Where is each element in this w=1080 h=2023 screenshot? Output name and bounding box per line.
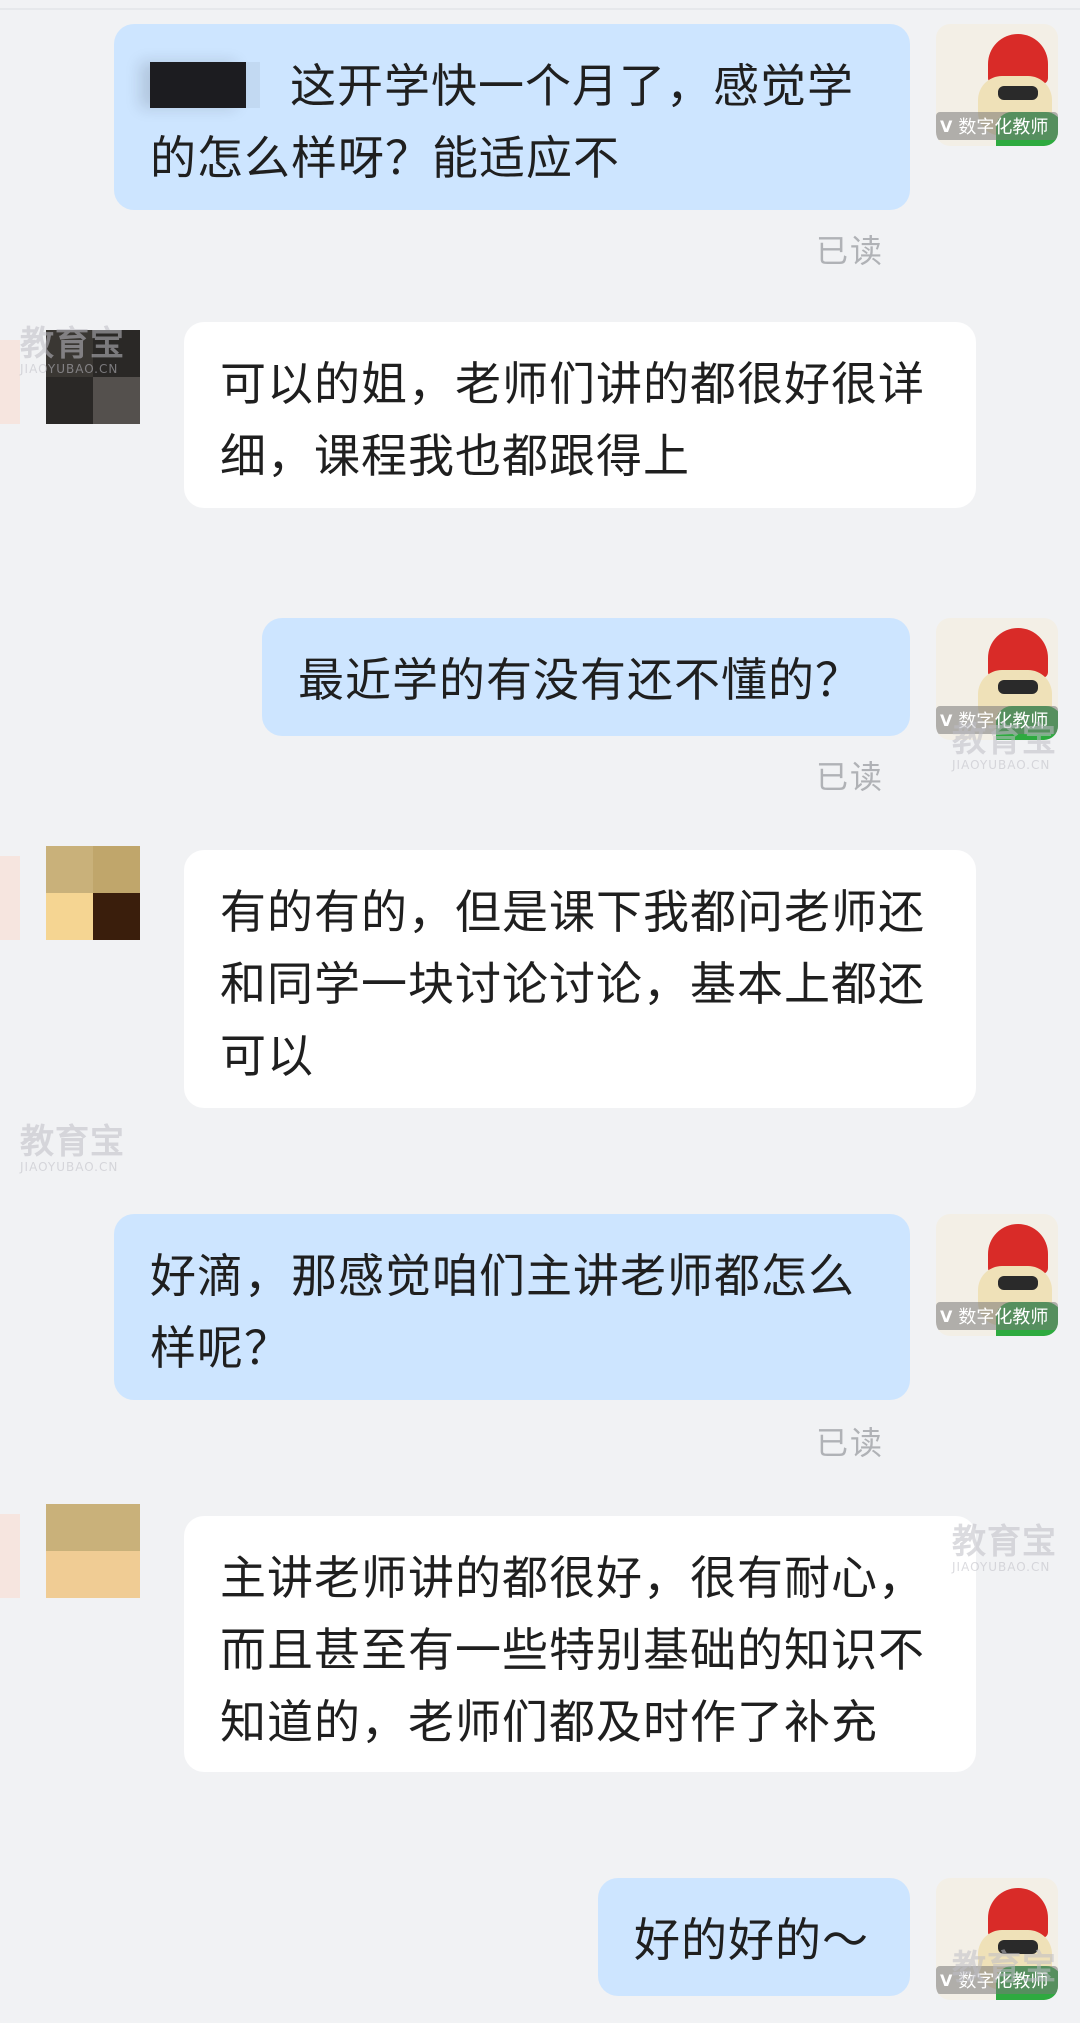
badge-label: 数字化教师 — [958, 117, 1049, 138]
self-avatar[interactable]: V 数字化教师 — [936, 1878, 1058, 2000]
divider — [0, 8, 1080, 10]
contact-avatar[interactable] — [46, 846, 140, 940]
vip-icon: V — [940, 1306, 953, 1326]
self-avatar[interactable]: V 数字化教师 — [936, 24, 1058, 146]
outgoing-message-bubble[interactable]: 好的好的～ — [598, 1878, 910, 1996]
teacher-badge: V 数字化教师 — [936, 1302, 1058, 1330]
message-text: 有的有的，但是课下我都问老师还和同学一块讨论讨论，基本上都还可以 — [220, 885, 925, 1083]
avatar-bleed — [0, 1514, 20, 1598]
contact-avatar[interactable] — [46, 330, 140, 424]
message-text: 主讲老师讲的都很好，很有耐心，而且甚至有一些特别基础的知识不知道的，老师们都及时… — [220, 1551, 925, 1749]
chat-screen: 这开学快一个月了，感觉学的怎么样呀？能适应不 V 数字化教师 已读 可以的姐，老… — [0, 0, 1080, 2023]
badge-label: 数字化教师 — [958, 1971, 1049, 1992]
message-text: 好的好的～ — [634, 1913, 869, 1967]
self-avatar[interactable]: V 数字化教师 — [936, 618, 1058, 740]
read-status: 已读 — [816, 1424, 885, 1462]
read-status: 已读 — [816, 758, 885, 796]
self-avatar[interactable]: V 数字化教师 — [936, 1214, 1058, 1336]
badge-label: 数字化教师 — [958, 1307, 1049, 1328]
avatar-bleed — [0, 340, 20, 424]
teacher-badge: V 数字化教师 — [936, 706, 1058, 734]
teacher-badge: V 数字化教师 — [936, 112, 1058, 140]
teacher-badge: V 数字化教师 — [936, 1966, 1058, 1994]
badge-label: 数字化教师 — [958, 711, 1049, 732]
incoming-message-bubble[interactable]: 有的有的，但是课下我都问老师还和同学一块讨论讨论，基本上都还可以 — [184, 850, 976, 1108]
outgoing-message-bubble[interactable]: 最近学的有没有还不懂的？ — [262, 618, 910, 736]
incoming-message-bubble[interactable]: 主讲老师讲的都很好，很有耐心，而且甚至有一些特别基础的知识不知道的，老师们都及时… — [184, 1516, 976, 1772]
outgoing-message-bubble[interactable]: 好滴，那感觉咱们主讲老师都怎么样呢？ — [114, 1214, 910, 1400]
message-text: 这开学快一个月了，感觉学的怎么样呀？能适应不 — [150, 59, 854, 185]
watermark: 教育宝 JIAOYUBAO.CN — [20, 1122, 125, 1174]
vip-icon: V — [940, 116, 953, 136]
incoming-message-bubble[interactable]: 可以的姐，老师们讲的都很好很详细，课程我也都跟得上 — [184, 322, 976, 508]
vip-icon: V — [940, 710, 953, 730]
message-text: 可以的姐，老师们讲的都很好很详细，课程我也都跟得上 — [220, 357, 925, 483]
read-status: 已读 — [816, 232, 885, 270]
outgoing-message-bubble[interactable]: 这开学快一个月了，感觉学的怎么样呀？能适应不 — [114, 24, 910, 210]
message-text: 最近学的有没有还不懂的？ — [298, 653, 862, 707]
contact-avatar[interactable] — [46, 1504, 140, 1598]
redacted-name-block — [150, 62, 246, 108]
avatar-bleed — [0, 856, 20, 940]
vip-icon: V — [940, 1970, 953, 1990]
message-text: 好滴，那感觉咱们主讲老师都怎么样呢？ — [150, 1249, 855, 1375]
